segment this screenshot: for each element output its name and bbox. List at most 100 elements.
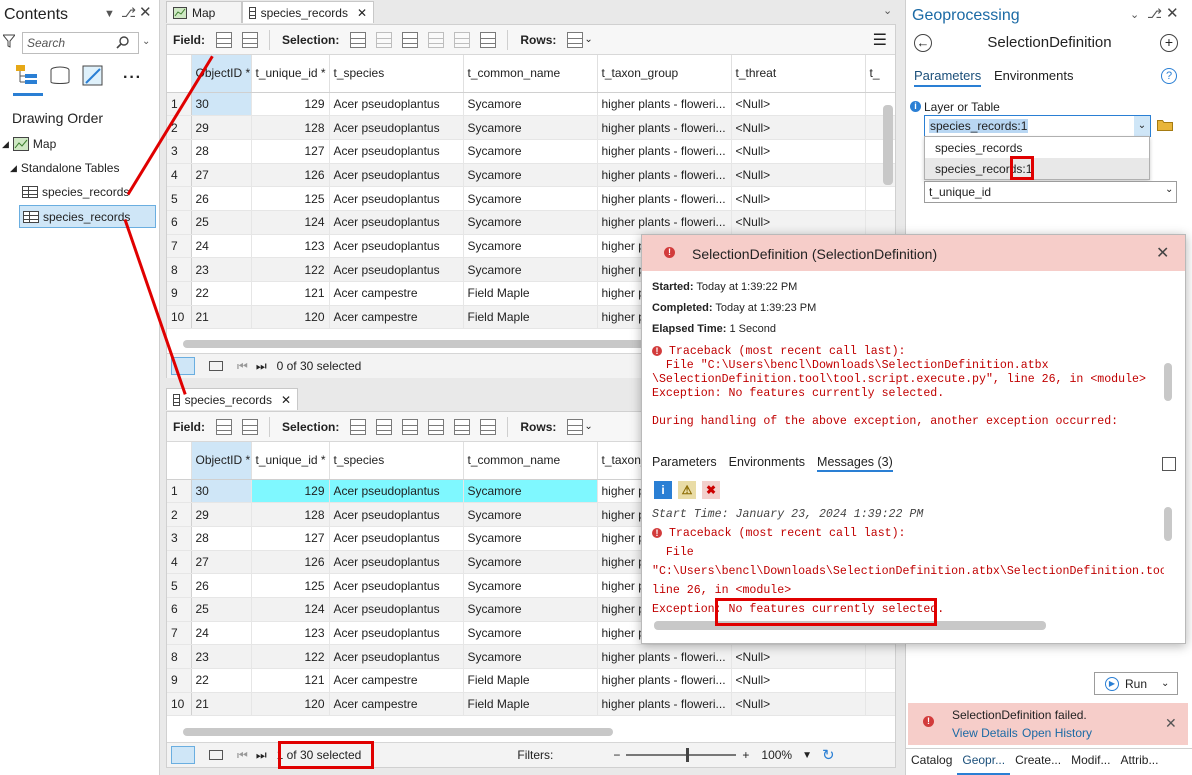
species-cell[interactable]: Acer pseudoplantus bbox=[329, 597, 464, 622]
objectid-cell[interactable]: 22 bbox=[191, 281, 252, 306]
insert-row-icon[interactable] bbox=[567, 31, 584, 48]
pin-icon[interactable]: ⎇ bbox=[121, 5, 136, 21]
clear-selection-icon[interactable] bbox=[428, 31, 445, 48]
species-cell[interactable]: Acer pseudoplantus bbox=[329, 115, 464, 140]
species-cell[interactable]: Acer campestre bbox=[329, 668, 464, 693]
table-row[interactable]: 4 27 126 Acer pseudoplantus Sycamore higher p… bbox=[167, 163, 895, 188]
run-button[interactable]: ▶ Run ⌄ bbox=[1094, 672, 1178, 695]
threat-cell[interactable]: <Null> bbox=[731, 692, 866, 717]
common-name-cell[interactable]: Sycamore bbox=[463, 210, 598, 235]
open-history-link[interactable]: Open History bbox=[1022, 726, 1092, 740]
species-cell[interactable]: Acer pseudoplantus bbox=[329, 163, 464, 188]
objectid-cell[interactable]: 30 bbox=[191, 92, 252, 117]
objectid-cell[interactable]: 24 bbox=[191, 234, 252, 259]
delete-selection-icon[interactable] bbox=[454, 31, 471, 48]
common-name-cell[interactable]: Field Maple bbox=[463, 668, 598, 693]
horizontal-scrollbar-thumb[interactable] bbox=[183, 728, 613, 736]
species-cell[interactable]: Acer pseudoplantus bbox=[329, 621, 464, 646]
zoom-slider[interactable] bbox=[626, 748, 737, 762]
row-number[interactable]: 6 bbox=[167, 210, 192, 235]
species-cell[interactable]: Acer pseudoplantus bbox=[329, 502, 464, 527]
vertical-scrollbar-thumb[interactable] bbox=[1164, 363, 1172, 401]
copy-selection-icon[interactable] bbox=[480, 418, 497, 435]
chevron-down-icon[interactable]: ▼ bbox=[104, 8, 115, 20]
tab-create-features[interactable]: Create... bbox=[1010, 749, 1066, 775]
overflow-cell[interactable] bbox=[865, 644, 895, 669]
close-icon[interactable]: ✕ bbox=[357, 6, 367, 20]
close-icon[interactable]: ✕ bbox=[1166, 4, 1179, 22]
menu-icon[interactable]: ☰ bbox=[873, 30, 887, 50]
unique-id-cell[interactable]: 129 bbox=[251, 479, 330, 504]
tab-parameters[interactable]: Parameters bbox=[652, 455, 717, 472]
objectid-cell[interactable]: 27 bbox=[191, 550, 252, 575]
unique-id-cell[interactable]: 124 bbox=[251, 210, 330, 235]
tab-catalog[interactable]: Catalog bbox=[906, 749, 957, 775]
species-cell[interactable]: Acer pseudoplantus bbox=[329, 526, 464, 551]
common-name-cell[interactable]: Sycamore bbox=[463, 502, 598, 527]
common-name-cell[interactable]: Sycamore bbox=[463, 139, 598, 164]
species-cell[interactable]: Acer pseudoplantus bbox=[329, 573, 464, 598]
column-header[interactable]: t_threat bbox=[731, 55, 866, 93]
first-record-icon[interactable]: ⏮ bbox=[237, 359, 248, 374]
taxon-group-cell[interactable]: higher plants - floweri... bbox=[597, 186, 732, 211]
chevron-down-icon[interactable]: ⌄ bbox=[1134, 116, 1150, 136]
close-icon[interactable]: ✕ bbox=[281, 393, 291, 407]
tab-parameters[interactable]: Parameters bbox=[914, 68, 982, 87]
taxon-group-cell[interactable]: higher plants - floweri... bbox=[597, 139, 732, 164]
objectid-cell[interactable]: 25 bbox=[191, 597, 252, 622]
zoom-in-icon[interactable]: + bbox=[742, 748, 749, 762]
common-name-cell[interactable]: Sycamore bbox=[463, 234, 598, 259]
threat-cell[interactable]: <Null> bbox=[731, 139, 866, 164]
common-name-cell[interactable]: Sycamore bbox=[463, 186, 598, 211]
common-name-cell[interactable]: Sycamore bbox=[463, 526, 598, 551]
row-number[interactable]: 9 bbox=[167, 281, 192, 306]
show-selected-records-icon[interactable] bbox=[209, 750, 223, 760]
close-icon[interactable]: ✕ bbox=[1165, 715, 1177, 732]
add-icon[interactable]: + bbox=[1160, 34, 1178, 52]
switch-selection-icon[interactable] bbox=[402, 418, 419, 435]
common-name-cell[interactable]: Sycamore bbox=[463, 257, 598, 282]
unique-id-cell[interactable]: 122 bbox=[251, 257, 330, 282]
add-field-icon[interactable] bbox=[216, 31, 232, 48]
close-icon[interactable]: ✕ bbox=[1156, 243, 1169, 263]
tree-item-map[interactable]: ◢ Map bbox=[2, 137, 56, 151]
tree-item-table-selected[interactable]: species_records bbox=[19, 205, 156, 228]
chevron-down-icon[interactable]: ⌄ bbox=[584, 34, 592, 45]
select-by-attributes-icon[interactable] bbox=[350, 418, 367, 435]
column-header[interactable]: t_common_name bbox=[463, 442, 598, 480]
chevron-down-icon[interactable]: ⌄ bbox=[142, 36, 150, 47]
vertical-scrollbar-thumb[interactable] bbox=[883, 105, 893, 185]
unique-id-cell[interactable]: 127 bbox=[251, 139, 330, 164]
row-number[interactable]: 7 bbox=[167, 234, 192, 259]
delete-selection-icon[interactable] bbox=[454, 418, 471, 435]
objectid-cell[interactable]: 29 bbox=[191, 115, 252, 140]
last-record-icon[interactable]: ⏭ bbox=[256, 359, 267, 374]
taxon-group-cell[interactable]: higher plants - floweri... bbox=[597, 692, 732, 717]
taxon-group-cell[interactable]: higher plants - floweri... bbox=[597, 668, 732, 693]
column-header[interactable]: t_species bbox=[329, 442, 464, 480]
error-filter-icon[interactable]: ✖ bbox=[702, 481, 720, 499]
species-cell[interactable]: Acer pseudoplantus bbox=[329, 186, 464, 211]
objectid-cell[interactable]: 29 bbox=[191, 502, 252, 527]
zoom-to-selection-icon[interactable] bbox=[376, 31, 393, 48]
column-header[interactable]: t_unique_id * bbox=[251, 55, 330, 93]
threat-cell[interactable]: <Null> bbox=[731, 644, 866, 669]
objectid-cell[interactable]: 23 bbox=[191, 644, 252, 669]
row-number[interactable]: 3 bbox=[167, 526, 192, 551]
objectid-cell[interactable]: 21 bbox=[191, 692, 252, 717]
column-header[interactable]: ObjectID * bbox=[191, 442, 252, 480]
row-number[interactable]: 7 bbox=[167, 621, 192, 646]
row-number[interactable]: 6 bbox=[167, 597, 192, 622]
unique-id-cell[interactable]: 123 bbox=[251, 234, 330, 259]
table-row[interactable]: 10 21 120 Acer campestre Field Maple higher p… bbox=[167, 692, 895, 717]
unique-id-cell[interactable]: 125 bbox=[251, 573, 330, 598]
row-number[interactable]: 3 bbox=[167, 139, 192, 164]
common-name-cell[interactable]: Field Maple bbox=[463, 305, 598, 330]
column-header[interactable]: t_ bbox=[865, 55, 895, 93]
table-row[interactable]: 3 28 127 Acer pseudoplantus Sycamore higher p… bbox=[167, 139, 895, 164]
table-row[interactable]: 9 22 121 Acer campestre Field Maple higher pl… bbox=[167, 668, 895, 693]
objectid-cell[interactable]: 27 bbox=[191, 163, 252, 188]
copy-selection-icon[interactable] bbox=[480, 31, 497, 48]
collapse-icon[interactable]: ◢ bbox=[10, 163, 17, 174]
show-selected-records-icon[interactable] bbox=[209, 361, 223, 371]
